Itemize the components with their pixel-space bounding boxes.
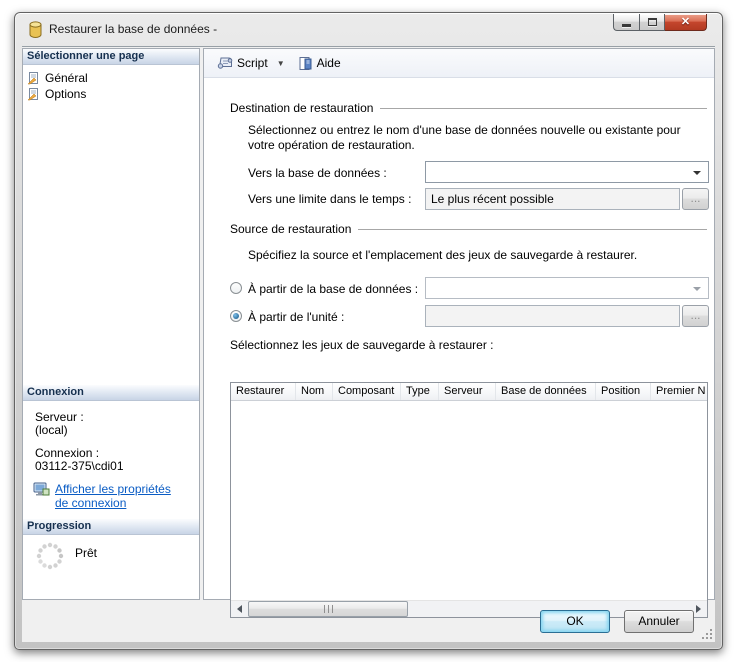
arrow-right-icon — [696, 605, 701, 613]
server-label: Serveur : — [35, 410, 84, 424]
backup-sets-label: Sélectionnez les jeux de sauvegarde à re… — [230, 338, 494, 352]
view-connection-properties-link[interactable]: Afficher les propriétés de connexion — [33, 482, 193, 510]
page-selector-panel: Sélectionner une page Général — [22, 48, 200, 600]
to-time-field[interactable]: Le plus récent possible — [425, 188, 680, 210]
from-database-radio[interactable] — [230, 282, 242, 294]
sidebar-item-label: Général — [45, 70, 88, 86]
script-dropdown-arrow-icon[interactable]: ▼ — [277, 59, 285, 68]
source-header-label: Source de restauration — [230, 222, 351, 236]
database-icon — [29, 21, 42, 38]
from-database-combobox[interactable] — [425, 277, 709, 299]
server-value: (local) — [35, 423, 68, 437]
to-database-label: Vers la base de données : — [248, 166, 387, 180]
restore-database-dialog: Restaurer la base de données - ✕ Sélecti… — [14, 12, 723, 650]
help-label: Aide — [317, 56, 341, 70]
column-header[interactable]: Serveur — [439, 383, 496, 400]
column-header[interactable]: Restaurer — [231, 383, 296, 400]
backup-sets-table: Restaurer Nom Composant Type Serveur Bas… — [230, 382, 708, 618]
scroll-left-button[interactable] — [231, 601, 248, 617]
page-icon — [27, 87, 41, 101]
source-group-header: Source de restauration — [230, 222, 707, 236]
column-header[interactable]: Premier N — [651, 383, 707, 400]
thumb-grip-icon — [324, 605, 333, 613]
column-header[interactable]: Composant — [333, 383, 401, 400]
chevron-down-icon — [693, 287, 701, 291]
link-label: Afficher les propriétés de connexion — [55, 482, 187, 510]
connection-section: Connexion — [23, 385, 199, 401]
group-rule — [358, 229, 707, 230]
window-title: Restaurer la base de données - — [49, 13, 217, 46]
maximize-icon — [648, 18, 657, 26]
table-header-row: Restaurer Nom Composant Type Serveur Bas… — [231, 383, 707, 401]
minimize-button[interactable] — [613, 14, 639, 31]
to-time-browse-button[interactable]: ... — [682, 188, 709, 210]
close-button[interactable]: ✕ — [665, 14, 707, 31]
general-page: Destination de restauration Sélectionnez… — [204, 79, 714, 599]
from-device-field[interactable] — [425, 305, 680, 327]
page-icon — [27, 71, 41, 85]
help-button[interactable]: Aide — [293, 54, 346, 73]
help-icon — [298, 56, 313, 71]
column-header[interactable]: Type — [401, 383, 439, 400]
to-database-combobox[interactable] — [425, 161, 709, 183]
sidebar-item-label: Options — [45, 86, 86, 102]
destination-group-header: Destination de restauration — [230, 101, 707, 115]
from-device-label: À partir de l'unité : — [248, 310, 344, 324]
connection-value: 03112-375\cdi01 — [35, 459, 124, 473]
titlebar[interactable]: Restaurer la base de données - ✕ — [15, 13, 722, 46]
from-database-label: À partir de la base de données : — [248, 282, 418, 296]
connection-properties-icon — [33, 482, 50, 497]
progress-section: Progression — [23, 519, 199, 535]
to-time-label: Vers une limite dans le temps : — [248, 192, 411, 206]
from-device-browse-button[interactable]: ... — [682, 305, 709, 327]
group-rule — [380, 108, 707, 109]
toolbar: Script ▼ Aide — [204, 49, 714, 78]
maximize-button[interactable] — [639, 14, 665, 31]
sidebar-item-general[interactable]: Général — [27, 69, 88, 86]
dialog-client-area: Sélectionner une page Général — [22, 46, 715, 642]
sidebar-item-options[interactable]: Options — [27, 85, 86, 102]
screenshot-root: Restaurer la base de données - ✕ Sélecti… — [0, 0, 738, 662]
connection-header: Connexion — [23, 385, 199, 401]
scrollbar-thumb[interactable] — [248, 601, 408, 617]
arrow-left-icon — [237, 605, 242, 613]
script-label: Script — [237, 56, 268, 70]
source-description: Spécifiez la source et l'emplacement des… — [248, 248, 710, 263]
from-device-radio[interactable] — [230, 310, 242, 322]
destination-header-label: Destination de restauration — [230, 101, 373, 115]
progress-spinner-icon — [35, 541, 65, 571]
close-icon: ✕ — [681, 15, 690, 30]
script-icon — [217, 56, 233, 71]
minimize-icon — [622, 24, 631, 27]
ok-button[interactable]: OK — [540, 610, 610, 633]
cancel-button[interactable]: Annuler — [624, 610, 694, 633]
column-header[interactable]: Nom — [296, 383, 333, 400]
column-header[interactable]: Position — [596, 383, 651, 400]
chevron-down-icon — [693, 171, 701, 175]
resize-grip[interactable] — [700, 627, 713, 640]
connection-label: Connexion : — [35, 446, 99, 460]
progress-status: Prêt — [75, 546, 97, 560]
script-button[interactable]: Script — [212, 54, 273, 73]
main-panel: Script ▼ Aide Destin — [203, 48, 715, 600]
destination-description: Sélectionnez ou entrez le nom d'une base… — [248, 123, 710, 153]
column-header[interactable]: Base de données — [496, 383, 596, 400]
progress-header: Progression — [23, 519, 199, 535]
pages-header: Sélectionner une page — [23, 49, 199, 65]
